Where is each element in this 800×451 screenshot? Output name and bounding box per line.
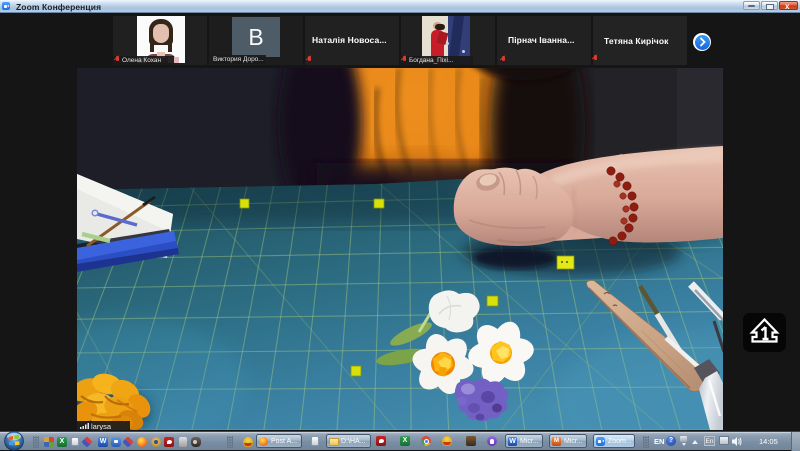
svg-text:larysa: larysa xyxy=(91,422,112,430)
